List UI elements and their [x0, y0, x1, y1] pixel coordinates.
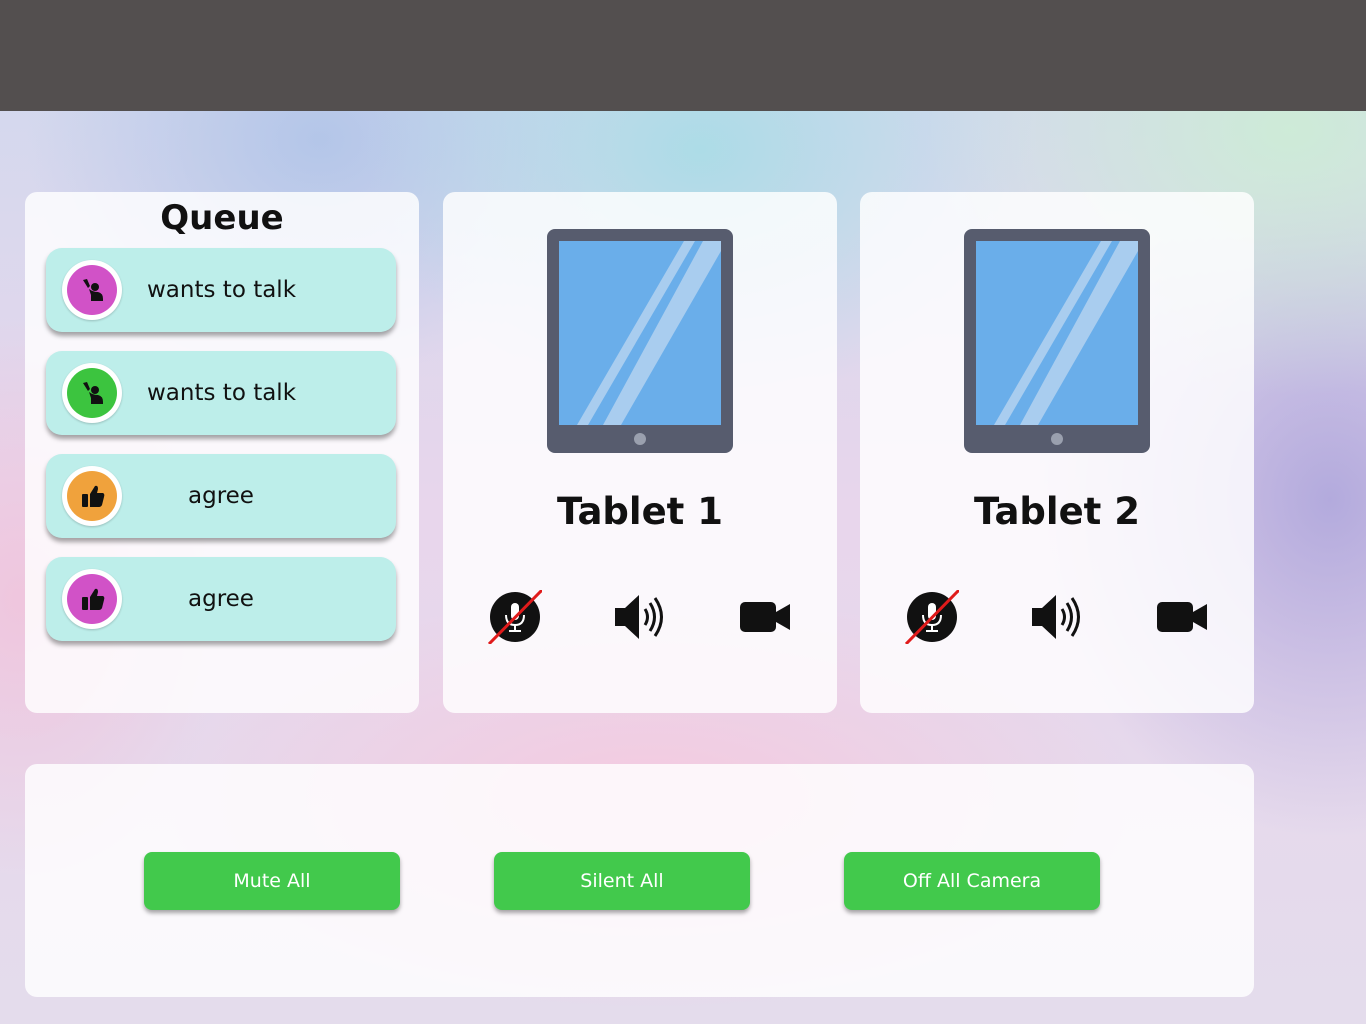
tablet-card: Tablet 2: [860, 192, 1254, 713]
speaker-icon: [1032, 595, 1080, 639]
speaker-toggle[interactable]: [613, 590, 667, 644]
queue-item[interactable]: agree: [46, 557, 396, 641]
microphone-toggle[interactable]: [487, 588, 544, 646]
microphone-toggle[interactable]: [904, 588, 961, 646]
queue-item[interactable]: wants to talk: [46, 351, 396, 435]
microphone-muted-icon: [904, 588, 961, 646]
tablet-icon: [547, 229, 733, 453]
queue-item[interactable]: wants to talk: [46, 248, 396, 332]
tablet-icon: [964, 229, 1150, 453]
queue-avatar: [62, 569, 122, 629]
thumbs-up-icon: [82, 485, 105, 507]
queue-avatar: [62, 260, 122, 320]
queue-item-label: wants to talk: [147, 380, 297, 406]
queue-avatar: [62, 363, 122, 423]
top-bar: [0, 0, 1366, 111]
actions-panel: Mute All Silent All Off All Camera: [25, 764, 1254, 997]
speaker-toggle[interactable]: [1030, 590, 1084, 644]
queue-item-label: agree: [188, 483, 254, 509]
tablet-card: Tablet 1: [443, 192, 837, 713]
silent-all-button[interactable]: Silent All: [494, 852, 750, 910]
tablet-name: Tablet 1: [556, 490, 723, 533]
off-all-camera-button[interactable]: Off All Camera: [844, 852, 1100, 910]
queue-item-label: wants to talk: [147, 277, 297, 303]
queue-avatar: [62, 466, 122, 526]
speaker-icon: [615, 595, 663, 639]
camera-toggle[interactable]: [1155, 590, 1209, 644]
thumbs-up-icon: [82, 588, 105, 610]
mute-all-button[interactable]: Mute All: [144, 852, 400, 910]
queue-title: Queue: [160, 198, 284, 238]
camera-icon: [740, 602, 790, 632]
tablet-name: Tablet 2: [973, 490, 1140, 533]
queue-item-label: agree: [188, 586, 254, 612]
camera-toggle[interactable]: [738, 590, 792, 644]
raise-hand-icon: [83, 279, 103, 301]
raise-hand-icon: [83, 382, 103, 404]
microphone-muted-icon: [487, 588, 544, 646]
queue-item[interactable]: agree: [46, 454, 396, 538]
camera-icon: [1157, 602, 1207, 632]
